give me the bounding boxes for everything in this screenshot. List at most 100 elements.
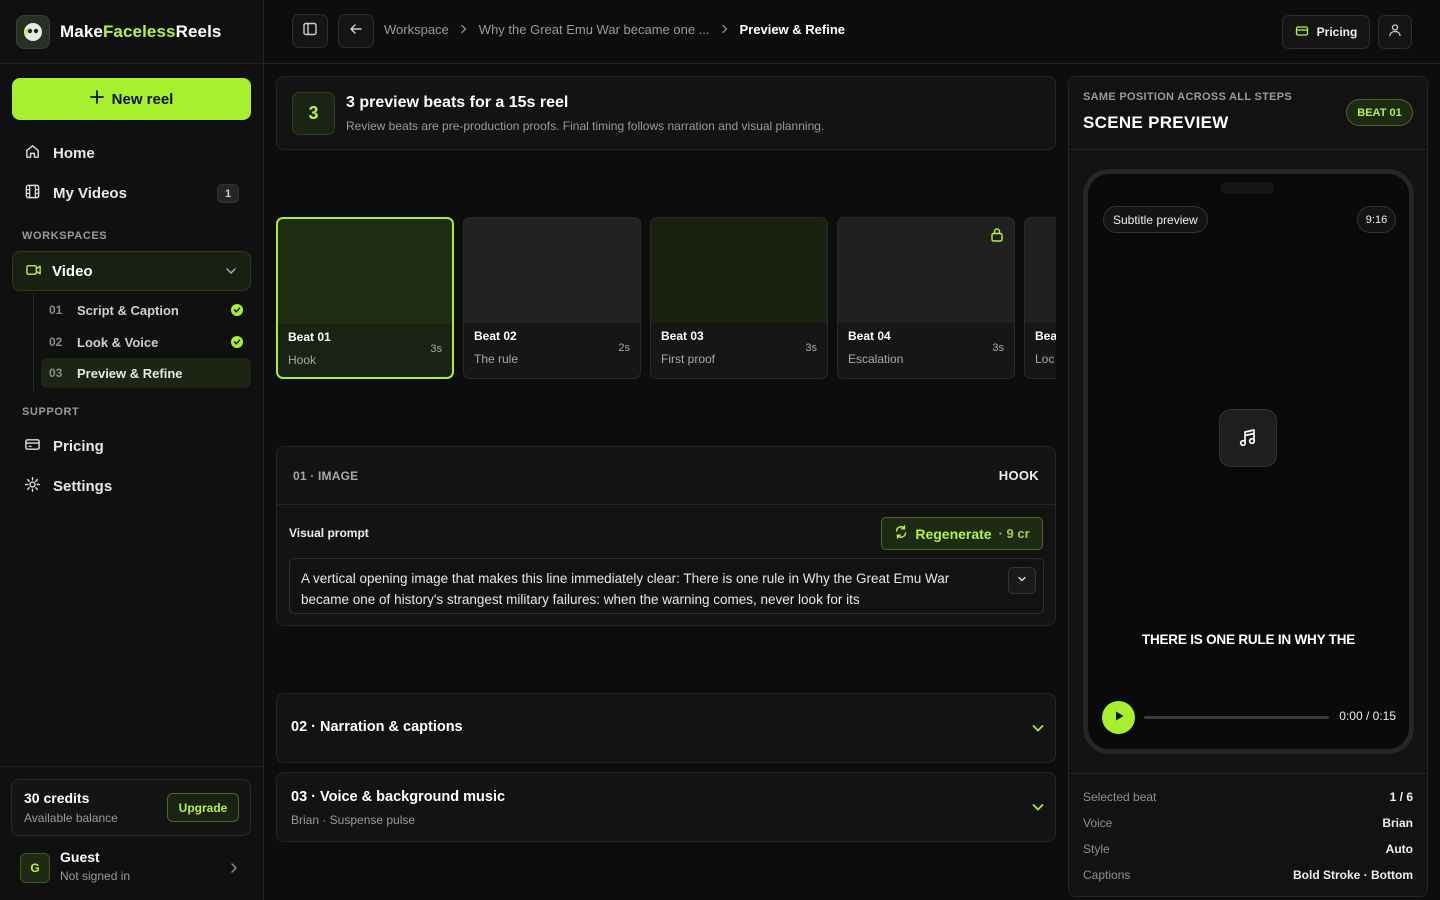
breadcrumb: Workspace Why the Great Emu War became o…	[384, 22, 845, 37]
pricing-button[interactable]: Pricing	[1282, 15, 1370, 49]
upgrade-button[interactable]: Upgrade	[167, 793, 239, 822]
brand-name: MakeFacelessReels	[60, 22, 222, 41]
accordion-subtitle: Brian · Suspense pulse	[291, 813, 416, 827]
phone-preview: Subtitle preview 9:16 THERE IS ONE RULE …	[1083, 169, 1414, 754]
divider	[0, 766, 264, 767]
time-readout: 0:00 / 0:15	[1339, 709, 1396, 723]
scene-preview-panel: SAME POSITION ACROSS ALL STEPS SCENE PRE…	[1068, 76, 1428, 897]
home-icon	[24, 143, 41, 164]
voice-music-section[interactable]: 03 · Voice & background music Brian · Su…	[276, 772, 1056, 842]
credits-amount: 30 credits	[24, 790, 90, 806]
visual-prompt-label: Visual prompt	[289, 526, 369, 540]
detail-row: Captions Bold Stroke · Bottom	[1083, 868, 1413, 882]
beat-card[interactable]: Beat 04 Escalation 3s	[837, 217, 1015, 379]
breadcrumb-workspace[interactable]: Workspace	[384, 22, 449, 37]
sidebar: MakeFacelessReels New reel Home My Video…	[0, 0, 264, 900]
back-button[interactable]	[338, 14, 374, 48]
card-icon	[1295, 24, 1309, 41]
detail-row: Style Auto	[1083, 842, 1413, 856]
chevron-down-icon[interactable]	[1031, 721, 1045, 740]
progress-track[interactable]	[1144, 716, 1329, 719]
current-beat-badge: BEAT 01	[1346, 99, 1413, 126]
beats-summary: 3 3 preview beats for a 15s reel Review …	[276, 76, 1056, 150]
chevron-right-icon	[720, 22, 730, 37]
image-panel-header: 01 · IMAGE HOOK	[277, 447, 1055, 505]
sidebar-icon	[302, 21, 318, 42]
refresh-icon	[894, 525, 908, 542]
nav-settings[interactable]: Settings	[12, 468, 251, 504]
detail-row: Selected beat 1 / 6	[1083, 790, 1413, 804]
new-reel-button[interactable]: New reel	[12, 78, 251, 120]
summary-title: 3 preview beats for a 15s reel	[346, 94, 569, 111]
workspace-video[interactable]: Video	[12, 251, 251, 291]
narration-captions-section[interactable]: 02 · Narration & captions	[276, 693, 1056, 763]
image-heading: 01 · IMAGE	[293, 469, 359, 483]
breadcrumb-project[interactable]: Why the Great Emu War became one ...	[479, 22, 710, 37]
nav-my-videos[interactable]: My Videos 1	[12, 175, 251, 211]
section-label-support: SUPPORT	[22, 406, 80, 418]
step-look-voice[interactable]: 02 Look & Voice	[41, 327, 251, 357]
beat-card[interactable]: Bea Loc	[1024, 217, 1056, 379]
beat-count: 3	[292, 92, 335, 135]
chevron-down-icon[interactable]	[224, 264, 238, 282]
plus-icon	[89, 90, 104, 108]
beat-card[interactable]: Beat 03 First proof 3s	[650, 217, 828, 379]
accordion-title: 02 · Narration & captions	[291, 719, 463, 735]
divider	[0, 63, 264, 64]
divider	[1069, 773, 1427, 774]
card-icon	[24, 436, 41, 457]
beat-card[interactable]: Beat 02 The rule 2s	[463, 217, 641, 379]
user-status: Not signed in	[60, 869, 131, 883]
avatar: G	[20, 853, 50, 883]
user-name: Guest	[60, 849, 100, 865]
regenerate-button[interactable]: Regenerate · 9 cr	[881, 517, 1043, 550]
visual-prompt-field[interactable]: A vertical opening image that makes this…	[289, 558, 1044, 614]
brand[interactable]: MakeFacelessReels	[16, 15, 221, 49]
nav-pricing[interactable]: Pricing	[12, 428, 251, 464]
check-icon	[231, 336, 243, 348]
beats-strip: Beat 01 Hook 3s Beat 02 The rule 2s Beat…	[276, 217, 1056, 379]
preview-eyebrow: SAME POSITION ACROSS ALL STEPS	[1083, 91, 1293, 103]
chevron-right-icon	[228, 861, 240, 879]
credits-caption: Available balance	[24, 811, 118, 825]
count-badge: 1	[217, 184, 239, 203]
beat-thumbnail	[838, 218, 1014, 323]
video-icon	[25, 261, 42, 282]
nav-home[interactable]: Home	[12, 135, 251, 171]
music-note-icon	[1219, 409, 1277, 467]
caption-text: THERE IS ONE RULE IN WHY THE	[1141, 632, 1356, 647]
regenerate-cost: · 9 cr	[998, 526, 1030, 541]
aspect-ratio-badge: 9:16	[1357, 206, 1396, 233]
toggle-sidebar-button[interactable]	[292, 14, 328, 48]
expand-prompt-button[interactable]	[1008, 567, 1036, 594]
gear-icon	[24, 476, 41, 497]
beat-thumbnail	[278, 219, 452, 324]
account-button[interactable]	[1378, 15, 1412, 49]
user-menu[interactable]: G Guest Not signed in	[20, 848, 248, 888]
breadcrumb-current: Preview & Refine	[739, 22, 846, 37]
play-icon	[1113, 709, 1125, 727]
step-script-caption[interactable]: 01 Script & Caption	[41, 295, 251, 325]
beat-card[interactable]: Beat 01 Hook 3s	[276, 217, 454, 379]
play-button[interactable]	[1102, 701, 1135, 734]
beat-thumbnail	[651, 218, 827, 323]
summary-subtitle: Review beats are pre-production proofs. …	[346, 119, 825, 133]
preview-title: SCENE PREVIEW	[1083, 113, 1229, 132]
chevron-right-icon	[459, 22, 469, 37]
section-label-workspaces: WORKSPACES	[22, 230, 108, 242]
accordion-title: 03 · Voice & background music	[291, 789, 506, 805]
arrow-left-icon	[348, 21, 364, 42]
subtitle-preview-pill: Subtitle preview	[1103, 206, 1208, 233]
chevron-down-icon[interactable]	[1031, 800, 1045, 819]
steps-line	[33, 293, 34, 391]
beat-thumbnail	[1025, 218, 1056, 323]
image-panel: 01 · IMAGE HOOK Visual prompt Regenerate…	[276, 446, 1056, 626]
topbar: Workspace Why the Great Emu War became o…	[264, 0, 1440, 64]
beat-thumbnail	[464, 218, 640, 323]
beat-tag: HOOK	[998, 468, 1039, 483]
credits-card: 30 credits Available balance Upgrade	[11, 779, 251, 836]
chevron-down-icon	[1016, 570, 1028, 591]
step-preview-refine[interactable]: 03 Preview & Refine	[41, 358, 251, 388]
check-icon	[231, 304, 243, 316]
app-root: MakeFacelessReels New reel Home My Video…	[0, 0, 1440, 900]
